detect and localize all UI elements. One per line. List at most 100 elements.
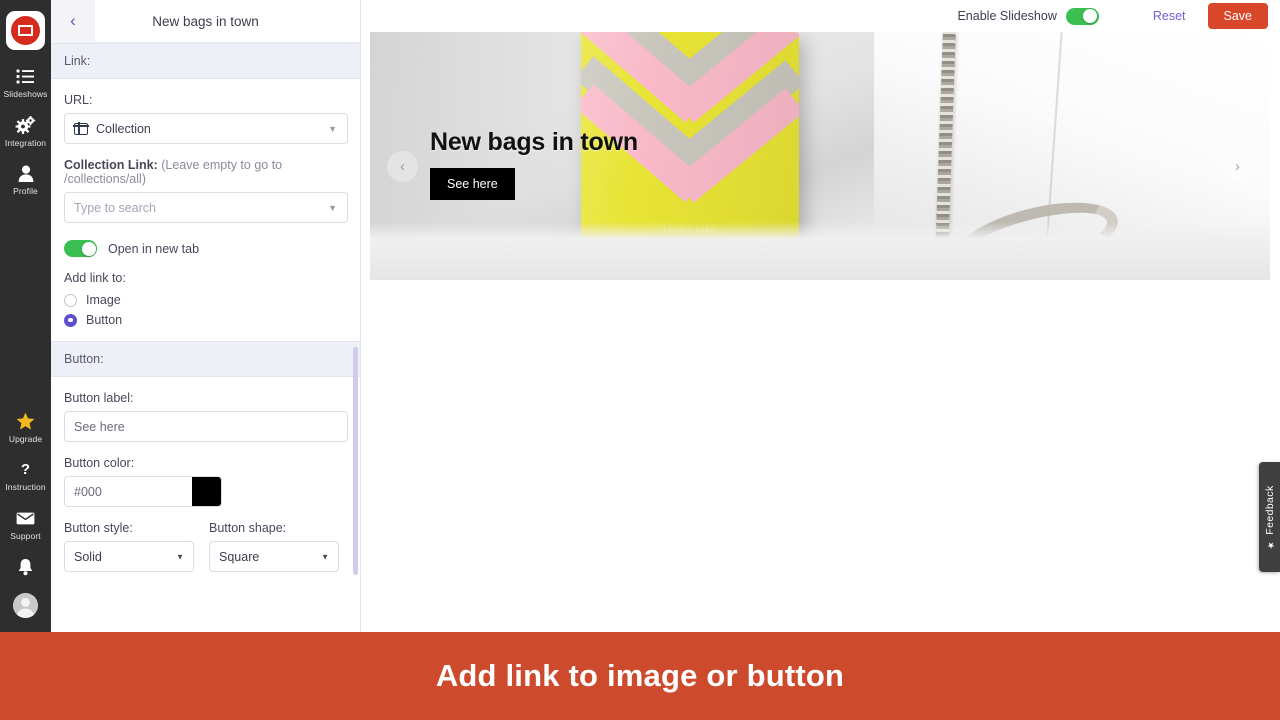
button-style-value: Solid [74, 549, 102, 564]
back-button[interactable]: ‹ [51, 0, 95, 43]
sidebar-item-profile[interactable]: Profile [0, 163, 51, 196]
avatar-glyph [13, 593, 38, 618]
sidebar-item-label: Support [10, 530, 41, 541]
sidebar-item-support[interactable]: Support [0, 508, 51, 541]
radio-option-image[interactable]: Image [51, 290, 360, 310]
toggle-knob [1083, 9, 1098, 23]
feedback-label: Feedback [1263, 484, 1276, 534]
sidebar-item-integration[interactable]: Integration [0, 115, 51, 148]
user-icon [18, 163, 34, 184]
button-shape-group: Button shape: Square ▼ [209, 507, 339, 572]
save-button[interactable]: Save [1207, 3, 1268, 29]
chevron-stripe-gray-1 [581, 32, 799, 101]
url-field-group: URL: Collection ▼ [51, 93, 360, 144]
chevron-down-icon: ▼ [176, 552, 184, 561]
sidebar-item-label: Upgrade [8, 433, 43, 444]
collection-link-field-group: Collection Link: (Leave empty to go to /… [51, 158, 360, 223]
button-label-field-group: Button label: See here [51, 391, 360, 442]
open-new-tab-toggle[interactable] [64, 240, 97, 257]
collection-link-label-strong: Collection Link: [64, 158, 158, 172]
slideshow-preview[interactable]: LOVELY KARD New bags in town See here ‹ … [370, 32, 1270, 280]
button-style-group: Button style: Solid ▼ [64, 507, 194, 572]
button-color-input[interactable]: #000 [64, 476, 222, 507]
toggle-knob [81, 241, 96, 256]
list-icon [16, 66, 35, 87]
feedback-tab[interactable]: ★ Feedback [1259, 462, 1280, 572]
gears-icon [15, 115, 36, 136]
sidebar-item-label: Integration [4, 137, 47, 148]
question-mark-icon: ? [20, 461, 31, 478]
chevron-down-icon: ▼ [328, 123, 337, 134]
sidebar-item-label: Slideshows [3, 89, 48, 99]
page-title: New bags in town [152, 13, 259, 29]
url-type-value: Collection [96, 121, 151, 136]
radio-icon [64, 293, 77, 307]
url-type-select[interactable]: Collection ▼ [64, 113, 348, 144]
button-label-label: Button label: [64, 391, 134, 405]
sidebar-item-instruction[interactable]: ? Instruction [0, 459, 51, 492]
button-color-field-group: Button color: #000 [51, 456, 360, 507]
button-shape-value: Square [219, 549, 260, 564]
envelope-icon [16, 508, 35, 529]
add-link-to-label: Add link to: [64, 271, 126, 285]
logo-circle [11, 16, 40, 45]
button-style-label: Button style: [64, 521, 133, 535]
radio-icon-selected [64, 313, 77, 327]
sidebar-item-slideshows[interactable]: Slideshows [0, 66, 51, 99]
add-link-to-group: Add link to: [51, 271, 360, 290]
sidebar-item-label: Profile [13, 186, 38, 196]
slide-next-arrow-icon[interactable]: › [1222, 151, 1253, 182]
button-shape-label: Button shape: [209, 521, 287, 535]
open-new-tab-label: Open in new tab [108, 241, 200, 256]
left-nav-rail: Slideshows Integration Profile Upgrade ?… [0, 0, 51, 632]
bell-icon[interactable] [17, 558, 34, 581]
reset-button[interactable]: Reset [1153, 9, 1186, 23]
button-style-select[interactable]: Solid ▼ [64, 541, 194, 572]
open-new-tab-row: Open in new tab [51, 223, 360, 257]
chevron-down-icon: ▼ [328, 202, 337, 213]
button-style-shape-row: Button style: Solid ▼ Button shape: Squa… [51, 507, 360, 572]
button-shape-select[interactable]: Square ▼ [209, 541, 339, 572]
main-preview-area: Enable Slideshow Reset Save New bags in … [362, 0, 1280, 632]
preview-toolbar: Enable Slideshow Reset Save [362, 0, 1280, 32]
section-header-link: Link: [51, 43, 360, 79]
button-color-value: #000 [74, 484, 102, 499]
button-color-label: Button color: [64, 456, 135, 470]
button-label-input[interactable]: See here [64, 411, 348, 442]
avatar[interactable] [13, 593, 38, 618]
caption-banner-text: Add link to image or button [435, 658, 845, 693]
section-header-button: Button: [51, 341, 360, 377]
enable-slideshow-label: Enable Slideshow [957, 9, 1057, 23]
enable-slideshow-toggle[interactable] [1065, 7, 1099, 25]
collection-link-label: Collection Link: (Leave empty to go to /… [64, 158, 347, 186]
app-logo[interactable] [6, 11, 45, 50]
app-root: Slideshows Integration Profile Upgrade ?… [0, 0, 1280, 720]
feedback-tab-content: ★ Feedback [1264, 485, 1276, 550]
chevron-stripe-pink-1 [581, 32, 799, 129]
logo-screen-shape [18, 25, 33, 36]
slide-cta-button[interactable]: See here [430, 168, 515, 200]
panel-scrollbar[interactable] [353, 347, 358, 575]
radio-label: Button [86, 313, 123, 327]
panel-scroll-area[interactable]: Link: URL: Collection ▼ Collection Link:… [51, 43, 360, 632]
radio-option-button[interactable]: Button [51, 310, 360, 341]
chevron-down-icon: ▼ [321, 552, 329, 561]
collection-link-placeholder: Type to search [74, 200, 156, 215]
star-icon [16, 411, 35, 432]
color-swatch[interactable] [192, 477, 221, 506]
slide-prev-arrow-icon[interactable]: ‹ [387, 151, 418, 182]
button-label-value: See here [74, 419, 125, 434]
panel-header: ‹ New bags in town [51, 0, 360, 43]
slide-caption: New bags in town [430, 128, 638, 156]
radio-label: Image [86, 293, 121, 307]
settings-panel: ‹ New bags in town Link: URL: Collection… [51, 0, 361, 632]
star-icon: ★ [1264, 538, 1275, 550]
url-label: URL: [64, 93, 93, 107]
photo-surface [370, 222, 1270, 280]
chevron-stripe-pink-2 [581, 84, 799, 209]
caption-banner: Add link to image or button [0, 632, 1280, 720]
collection-icon [73, 121, 89, 136]
sidebar-item-label: Instruction [5, 482, 46, 492]
sidebar-item-upgrade[interactable]: Upgrade [0, 411, 51, 444]
collection-link-search-input[interactable]: Type to search ▼ [64, 192, 348, 223]
